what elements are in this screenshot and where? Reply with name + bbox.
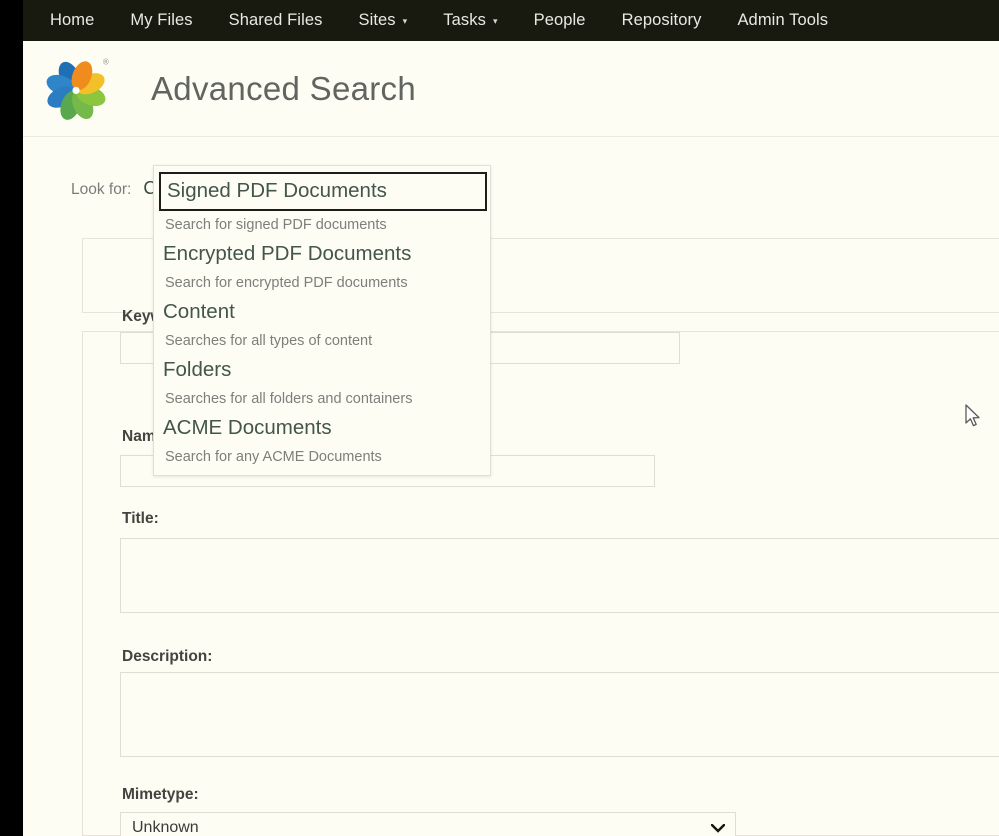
svg-text:®: ®	[102, 57, 110, 66]
dropdown-option-description: Searches for all folders and containers	[165, 391, 413, 407]
chevron-down-icon: ▾	[402, 16, 408, 26]
dropdown-option-description: Search for signed PDF documents	[165, 217, 387, 233]
page-title: Advanced Search	[151, 69, 417, 107]
main-navigation-bar: Home My Files Shared Files Sites ▾ Tasks…	[23, 0, 999, 41]
nav-item-label: Shared Files	[228, 11, 323, 29]
chevron-down-icon: ▾	[492, 16, 498, 26]
nav-item-sites[interactable]: Sites ▾	[358, 11, 407, 30]
nav-item-shared-files[interactable]: Shared Files	[229, 11, 323, 30]
app-header: ® Advanced Search	[23, 41, 999, 137]
dropdown-option-description: Search for any ACME Documents	[165, 449, 382, 465]
dropdown-option-title: Signed PDF Documents	[167, 179, 387, 202]
dropdown-option-encrypted-pdf-documents[interactable]: Encrypted PDF Documents	[154, 239, 490, 269]
mimetype-selected-value: Unknown	[132, 819, 199, 836]
nav-item-tasks[interactable]: Tasks ▾	[443, 11, 497, 30]
mimetype-label: Mimetype:	[122, 786, 199, 803]
nav-item-home[interactable]: Home	[50, 11, 94, 30]
nav-item-label: Repository	[621, 11, 702, 29]
nav-item-label: Admin Tools	[737, 11, 829, 29]
dropdown-option-description: Searches for all types of content	[165, 333, 373, 349]
dropdown-option-title: Folders	[163, 358, 232, 381]
nav-item-repository[interactable]: Repository	[622, 11, 702, 30]
description-textarea[interactable]	[120, 672, 999, 757]
description-label: Description:	[122, 648, 213, 665]
nav-item-people[interactable]: People	[534, 11, 586, 30]
dropdown-option-folders[interactable]: Folders	[154, 355, 490, 385]
dropdown-option-title: Content	[163, 300, 235, 323]
dropdown-option-content[interactable]: Content	[154, 297, 490, 327]
dropdown-option-description: Search for encrypted PDF documents	[165, 275, 408, 291]
title-input[interactable]	[120, 538, 999, 613]
nav-item-label: My Files	[130, 11, 193, 29]
title-label: Title:	[122, 510, 159, 527]
nav-item-label: Home	[50, 11, 95, 29]
look-for-label: Look for:	[71, 181, 132, 198]
alfresco-pinwheel-logo-icon: ®	[40, 53, 112, 125]
nav-item-admin-tools[interactable]: Admin Tools	[737, 11, 828, 30]
nav-item-label: People	[533, 11, 586, 29]
screen-root: Home My Files Shared Files Sites ▾ Tasks…	[0, 0, 999, 836]
look-for-dropdown-menu: Signed PDF Documents Search for signed P…	[153, 165, 491, 476]
dropdown-option-title: Encrypted PDF Documents	[163, 242, 412, 265]
nav-item-my-files[interactable]: My Files	[130, 11, 192, 30]
nav-item-label: Tasks	[443, 11, 486, 29]
dropdown-option-title: ACME Documents	[163, 416, 332, 439]
mimetype-select[interactable]: Unknown	[120, 812, 736, 836]
chevron-down-icon	[710, 821, 726, 836]
dropdown-option-acme-documents[interactable]: ACME Documents	[154, 413, 490, 443]
dropdown-option-signed-pdf-documents[interactable]: Signed PDF Documents	[159, 172, 487, 211]
nav-item-label: Sites	[358, 11, 396, 29]
